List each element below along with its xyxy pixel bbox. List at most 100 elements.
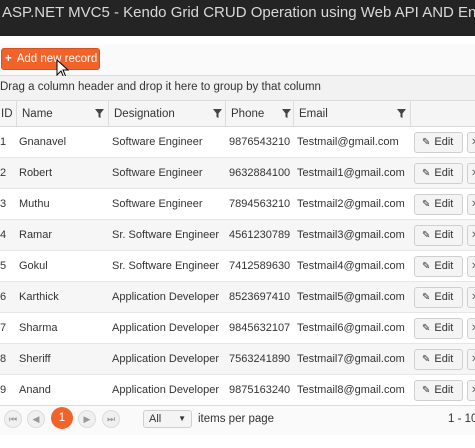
edit-button[interactable]: ✎ Edit — [414, 287, 463, 308]
cell-id: 5 — [0, 260, 7, 272]
close-icon: ✕ — [471, 354, 475, 365]
cell-designation: Sr. Software Engineer — [112, 229, 220, 241]
cell-email: Testmail5@gmail.com — [297, 291, 405, 303]
cell-name: Anand — [19, 384, 51, 396]
delete-button[interactable]: ✕ — [467, 256, 475, 277]
last-page-icon: ⏭ — [106, 414, 116, 424]
table-row[interactable]: 6 Karthick Application Developer 8523697… — [0, 282, 475, 313]
column-header-email[interactable]: Email — [293, 101, 410, 127]
column-header-designation[interactable]: Designation — [108, 101, 225, 127]
filter-icon[interactable] — [95, 109, 104, 118]
group-drop-area[interactable]: Drag a column header and drop it here to… — [0, 76, 475, 100]
cell-designation: Software Engineer — [112, 198, 203, 210]
table-row[interactable]: 3 Muthu Software Engineer 7894563210 Tes… — [0, 189, 475, 220]
edit-button[interactable]: ✎ Edit — [414, 194, 463, 215]
cell-designation: Software Engineer — [112, 167, 203, 179]
chevron-left-icon: ◀ — [32, 414, 40, 424]
filter-icon[interactable] — [282, 109, 291, 118]
cell-name: Sheriff — [19, 353, 51, 365]
page-range-info: 1 - 10 — [448, 413, 475, 425]
previous-page-button[interactable]: ◀ — [27, 410, 45, 428]
cell-name: Gokul — [19, 260, 48, 272]
cell-phone: 9845632107 — [229, 322, 291, 334]
next-page-button[interactable]: ▶ — [78, 410, 96, 428]
add-new-record-button[interactable]: + Add new record — [1, 48, 100, 70]
cell-id: 8 — [0, 353, 7, 365]
filter-icon[interactable] — [397, 109, 406, 118]
column-header-phone[interactable]: Phone — [225, 101, 293, 127]
pencil-icon: ✎ — [422, 385, 431, 396]
edit-button[interactable]: ✎ Edit — [414, 380, 463, 401]
cell-email: Testmail2@gmail.com — [297, 198, 405, 210]
cell-phone: 4561230789 — [229, 229, 291, 241]
cell-designation: Sr. Software Engineer — [112, 260, 220, 272]
table-row[interactable]: 9 Anand Application Developer 9875163240… — [0, 375, 475, 406]
table-row[interactable]: 8 Sheriff Application Developer 75632418… — [0, 344, 475, 375]
cell-phone: 7894563210 — [229, 198, 291, 210]
delete-button[interactable]: ✕ — [467, 287, 475, 308]
delete-button[interactable]: ✕ — [467, 163, 475, 184]
edit-button[interactable]: ✎ Edit — [414, 318, 463, 339]
cell-phone: 9876543210 — [229, 136, 291, 148]
cell-phone: 8523697410 — [229, 291, 291, 303]
plus-icon: + — [5, 53, 12, 65]
page-size-value: All — [149, 413, 162, 425]
caret-down-icon: ▼ — [178, 414, 186, 423]
edit-button[interactable]: ✎ Edit — [414, 132, 463, 153]
cell-id: 2 — [0, 167, 7, 179]
pencil-icon: ✎ — [422, 354, 431, 365]
close-icon: ✕ — [471, 323, 475, 334]
grid-pager: ⏮ ◀ 1 ▶ ⏭ All ▼ items per page 1 - 10 — [0, 405, 475, 435]
cell-email: Testmail1@gmail.com — [297, 167, 405, 179]
close-icon: ✕ — [471, 385, 475, 396]
last-page-button[interactable]: ⏭ — [102, 410, 120, 428]
cell-phone: 9632884100 — [229, 167, 291, 179]
edit-button[interactable]: ✎ Edit — [414, 163, 463, 184]
pencil-icon: ✎ — [422, 323, 431, 334]
cell-designation: Software Engineer — [112, 136, 203, 148]
cell-email: Testmail7@gmail.com — [297, 353, 405, 365]
table-row[interactable]: 5 Gokul Sr. Software Engineer 7412589630… — [0, 251, 475, 282]
group-hint-text: Drag a column header and drop it here to… — [0, 81, 321, 93]
edit-button[interactable]: ✎ Edit — [414, 349, 463, 370]
cell-id: 3 — [0, 198, 7, 210]
pencil-icon: ✎ — [422, 230, 431, 241]
column-header-name[interactable]: Name — [16, 101, 108, 127]
edit-button[interactable]: ✎ Edit — [414, 225, 463, 246]
cell-id: 1 — [0, 136, 7, 148]
table-row[interactable]: 1 Gnanavel Software Engineer 9876543210 … — [0, 127, 475, 158]
chevron-right-icon: ▶ — [83, 414, 91, 424]
delete-button[interactable]: ✕ — [467, 132, 475, 153]
page-size-dropdown[interactable]: All ▼ — [143, 410, 192, 428]
close-icon: ✕ — [471, 199, 475, 210]
cell-name: Ramar — [19, 229, 53, 241]
cell-designation: Application Developer — [112, 353, 220, 365]
filter-icon[interactable] — [213, 109, 222, 118]
delete-button[interactable]: ✕ — [467, 380, 475, 401]
grid-toolbar: + Add new record — [0, 44, 475, 79]
grid-header: ID Name Designation Phone Email — [0, 100, 475, 127]
delete-button[interactable]: ✕ — [467, 349, 475, 370]
delete-button[interactable]: ✕ — [467, 225, 475, 246]
current-page-button[interactable]: 1 — [51, 407, 73, 429]
cell-designation: Application Developer — [112, 322, 220, 334]
pencil-icon: ✎ — [422, 199, 431, 210]
cell-id: 6 — [0, 291, 7, 303]
cell-name: Gnanavel — [19, 136, 67, 148]
close-icon: ✕ — [471, 230, 475, 241]
first-page-icon: ⏮ — [8, 414, 18, 424]
delete-button[interactable]: ✕ — [467, 318, 475, 339]
pencil-icon: ✎ — [422, 261, 431, 272]
edit-button[interactable]: ✎ Edit — [414, 256, 463, 277]
cell-email: Testmail8@gmail.com — [297, 384, 405, 396]
table-row[interactable]: 7 Sharma Application Developer 984563210… — [0, 313, 475, 344]
window-title: ASP.NET MVC5 - Kendo Grid CRUD Operation… — [0, 0, 475, 36]
table-row[interactable]: 4 Ramar Sr. Software Engineer 4561230789… — [0, 220, 475, 251]
column-header-id[interactable]: ID — [0, 101, 16, 127]
cell-email: Testmail6@gmail.com — [297, 322, 405, 334]
cell-email: Testmail4@gmail.com — [297, 260, 405, 272]
delete-button[interactable]: ✕ — [467, 194, 475, 215]
first-page-button[interactable]: ⏮ — [4, 410, 22, 428]
table-row[interactable]: 2 Robert Software Engineer 9632884100 Te… — [0, 158, 475, 189]
close-icon: ✕ — [471, 168, 475, 179]
